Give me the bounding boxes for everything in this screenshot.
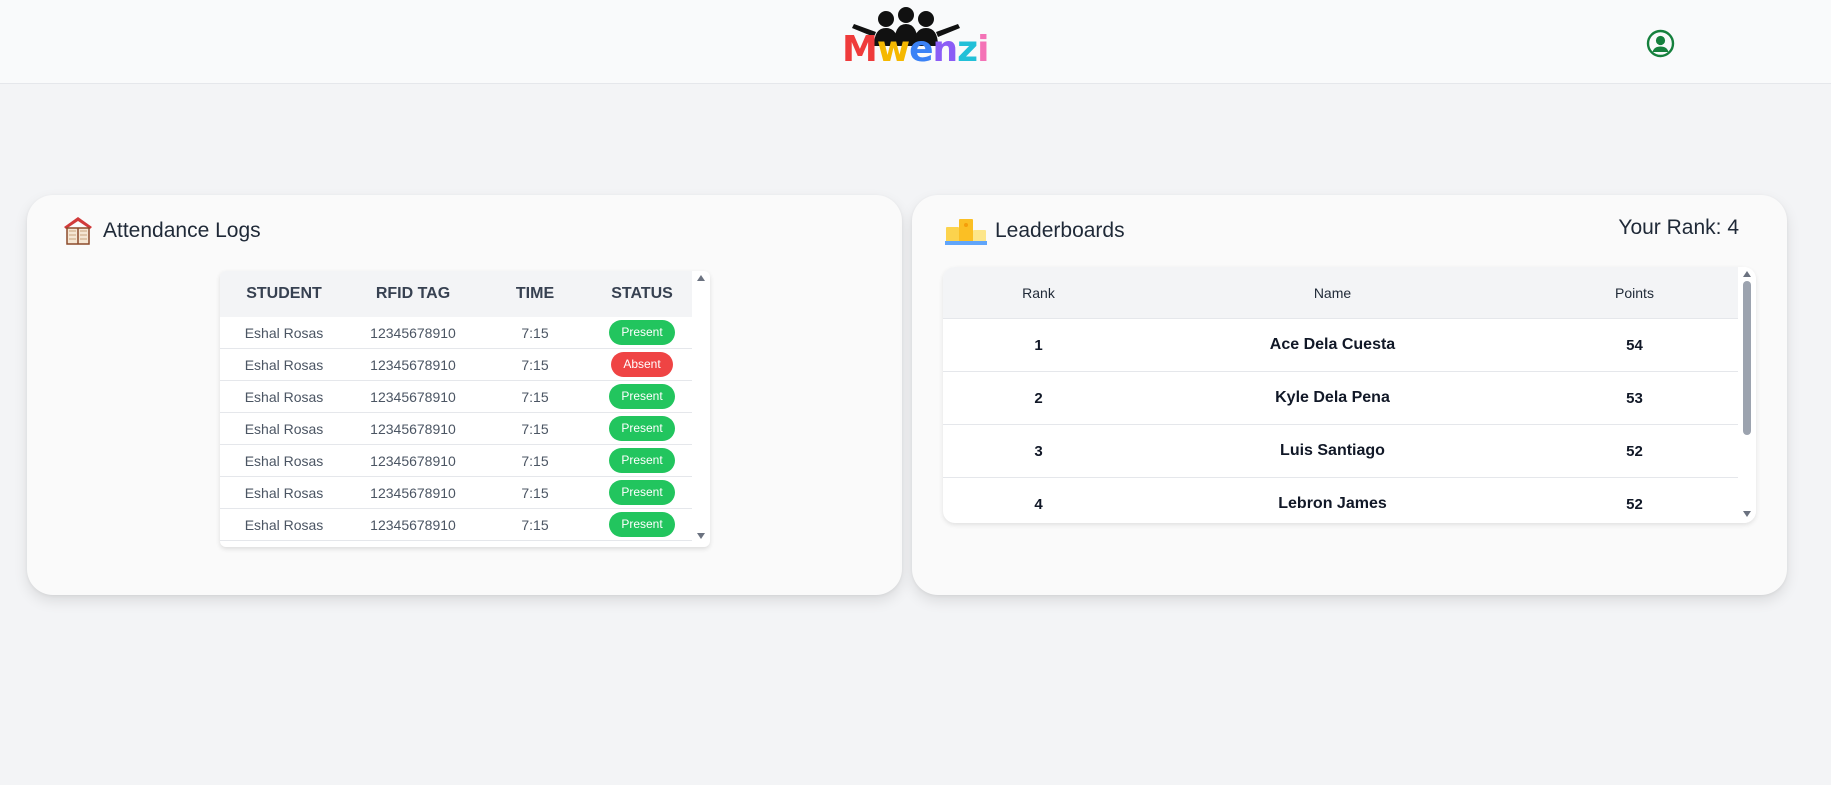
rank-cell: 3 [1034,442,1043,460]
rank-cell: 4 [1034,495,1043,513]
status-badge: Present [609,512,675,537]
name-cell: Luis Santiago [1280,442,1385,459]
student-cell: Eshal Rosas [244,452,324,469]
leaderboard-scrollbar[interactable] [1738,267,1756,523]
rfid-cell: 12345678910 [370,420,456,437]
student-cell: Eshal Rosas [244,420,324,437]
rfid-cell: 12345678910 [370,324,456,341]
top-navbar: Mwenzi [0,0,1831,84]
time-cell: 7:15 [521,452,549,469]
time-cell: 7:15 [521,356,549,373]
status-badge: Present [609,384,675,409]
leaderboard-row[interactable]: 3 Luis Santiago 52 [943,425,1738,478]
leaderboard-row[interactable]: 4 Lebron James 52 [943,478,1738,523]
student-cell: Eshal Rosas [244,324,324,341]
column-header-status[interactable]: STATUS [592,271,692,317]
column-header-student[interactable]: STUDENT [220,271,348,317]
table-row[interactable]: Eshal Rosas 12345678910 7:15 Present [220,317,692,349]
mwenzi-logo[interactable]: Mwenzi [840,6,989,72]
rank-cell: 2 [1034,389,1043,407]
column-header-points[interactable]: Points [1531,267,1738,318]
status-cell: Present [592,320,692,345]
leaderboard-card: Leaderboards Your Rank: 4 Rank Name Poin… [912,195,1787,595]
points-cell: 53 [1626,389,1643,407]
time-cell: 7:15 [521,516,549,533]
logo-wordmark: Mwenzi [842,28,989,72]
time-cell: 7:15 [521,388,549,405]
points-cell: 52 [1626,442,1643,460]
logo-letter: z [957,29,978,70]
status-badge: Present [609,320,675,345]
name-cell: Lebron James [1278,495,1387,512]
profile-button[interactable] [1646,29,1675,58]
status-cell: Present [592,448,692,473]
scrollbar-thumb[interactable] [1743,281,1751,435]
status-cell: Present [592,416,692,441]
logo-letter: e [909,29,933,70]
student-cell: Eshal Rosas [244,356,324,373]
logo-letter: i [977,29,989,70]
status-cell: Present [592,384,692,409]
table-row[interactable]: Eshal Rosas 12345678910 7:15 Present [220,445,692,477]
rfid-cell: 12345678910 [370,388,456,405]
table-row[interactable]: Eshal Rosas 12345678910 7:15 Absent [220,349,692,381]
time-cell: 7:15 [521,324,549,341]
rfid-cell: 12345678910 [370,452,456,469]
student-cell: Eshal Rosas [244,388,324,405]
leaderboard-row[interactable]: 2 Kyle Dela Pena 53 [943,372,1738,425]
status-cell: Present [592,512,692,537]
leaderboard-table-body: 1 Ace Dela Cuesta 54 2 Kyle Dela Pena 53 3 Luis… [943,319,1738,523]
rfid-cell: 12345678910 [370,356,456,373]
book-house-icon [62,214,94,251]
user-circle-icon [1646,29,1675,58]
column-header-rank[interactable]: Rank [943,267,1134,318]
scroll-up-arrow[interactable] [697,275,705,281]
leaderboard-title: Leaderboards [995,219,1125,242]
column-header-name[interactable]: Name [1134,267,1531,318]
scroll-up-arrow[interactable] [1743,271,1751,277]
name-cell: Kyle Dela Pena [1275,389,1390,406]
points-cell: 54 [1626,336,1643,354]
logo-letter: M [842,29,878,70]
logo-letter: w [876,29,910,70]
leaderboard-table[interactable]: Rank Name Points 1 Ace Dela Cuesta 54 2 Kyle… [943,267,1756,523]
attendance-table[interactable]: STUDENT RFID TAG TIME STATUS Eshal Rosas… [220,271,710,547]
scroll-down-arrow[interactable] [1743,511,1751,517]
table-row[interactable]: Eshal Rosas 12345678910 7:15 Present [220,477,692,509]
scroll-down-arrow[interactable] [697,533,705,539]
status-badge: Present [609,448,675,473]
time-cell: 7:15 [521,484,549,501]
attendance-title: Attendance Logs [103,219,261,242]
student-cell: Eshal Rosas [244,516,324,533]
table-row[interactable]: Eshal Rosas 12345678910 7:15 Present [220,413,692,445]
rank-cell: 1 [1034,336,1043,354]
rfid-cell: 12345678910 [370,484,456,501]
your-rank-label: Your Rank: 4 [1618,216,1739,239]
attendance-card: Attendance Logs STUDENT RFID TAG TIME ST… [27,195,902,595]
rfid-cell: 12345678910 [370,516,456,533]
logo-letter: n [932,29,959,70]
student-cell: Eshal Rosas [244,484,324,501]
time-cell: 7:15 [521,420,549,437]
column-header-time[interactable]: TIME [478,271,592,317]
status-cell: Present [592,480,692,505]
podium-icon [945,217,987,250]
column-header-rfid[interactable]: RFID TAG [348,271,478,317]
attendance-table-header: STUDENT RFID TAG TIME STATUS [220,271,692,317]
status-badge: Absent [611,352,673,377]
points-cell: 52 [1626,495,1643,513]
leaderboard-row[interactable]: 1 Ace Dela Cuesta 54 [943,319,1738,372]
leaderboard-table-header: Rank Name Points [943,267,1738,319]
status-badge: Present [609,416,675,441]
status-badge: Present [609,480,675,505]
name-cell: Ace Dela Cuesta [1269,336,1396,353]
table-row[interactable]: Eshal Rosas 12345678910 7:15 Present [220,381,692,413]
attendance-table-body: Eshal Rosas 12345678910 7:15 Present Eshal R… [220,317,692,541]
status-cell: Absent [592,352,692,377]
table-row[interactable]: Eshal Rosas 12345678910 7:15 Present [220,509,692,541]
